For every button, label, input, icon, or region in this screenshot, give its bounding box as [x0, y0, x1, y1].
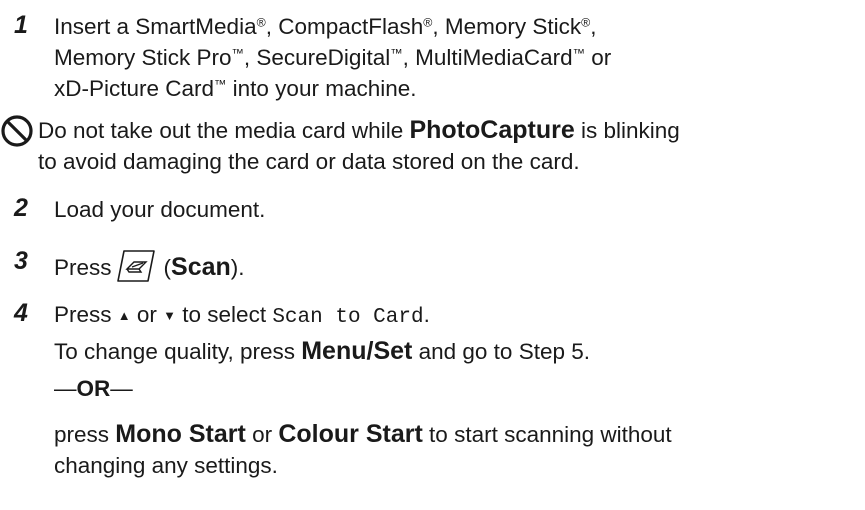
- step-number: 2: [14, 194, 28, 222]
- step-4-line-1: Press ▲ or ▼ to select Scan to Card.: [54, 302, 430, 329]
- step-4-line-2: To change quality, press Menu/Set and go…: [54, 337, 590, 365]
- lcd-text: Scan to Card: [272, 306, 424, 329]
- step-1-line-2: Memory Stick Pro™, SecureDigital™, Multi…: [54, 45, 612, 70]
- caution-line-1: Do not take out the media card while Pho…: [38, 116, 680, 144]
- down-arrow-icon: ▼: [163, 308, 177, 323]
- step-3-text: Press (Scan).: [54, 249, 245, 289]
- step-number: 1: [14, 11, 28, 39]
- or-separator: —OR—: [54, 376, 133, 401]
- step-4-line-5: changing any settings.: [54, 453, 278, 478]
- caution-line-2: to avoid damaging the card or data store…: [38, 149, 580, 174]
- step-number: 4: [14, 299, 28, 327]
- prohibited-icon: [1, 115, 33, 147]
- step-4-line-4: press Mono Start or Colour Start to star…: [54, 420, 672, 448]
- step-2-text: Load your document.: [54, 197, 266, 222]
- scanner-key-icon: [116, 249, 156, 289]
- step-number: 3: [14, 247, 28, 275]
- up-arrow-icon: ▲: [117, 308, 131, 323]
- step-1-line-3: xD-Picture Card™ into your machine.: [54, 76, 417, 101]
- step-1-line-1: Insert a SmartMedia®, CompactFlash®, Mem…: [54, 14, 597, 39]
